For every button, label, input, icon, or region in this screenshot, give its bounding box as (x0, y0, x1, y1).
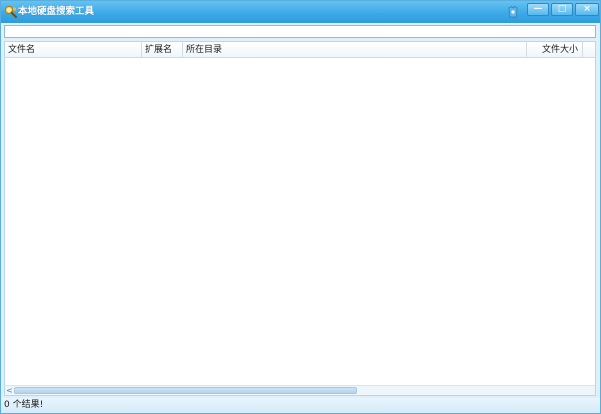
skin-icon[interactable] (506, 5, 520, 19)
scroll-left-icon[interactable]: < (5, 386, 14, 395)
close-button[interactable]: × (575, 3, 599, 16)
status-bar: 0 个结果! (1, 398, 600, 413)
column-header-filesize[interactable]: 文件大小 (527, 42, 583, 58)
list-body[interactable] (5, 59, 595, 385)
result-count: 0 个结果! (4, 400, 44, 410)
horizontal-scrollbar[interactable]: < (5, 385, 595, 395)
list-header: 文件名 扩展名 所在目录 文件大小 (5, 42, 595, 58)
column-header-filler (583, 42, 595, 58)
window-controls: — □ × (525, 3, 599, 17)
column-header-filename[interactable]: 文件名 (5, 42, 142, 58)
minimize-icon: — (533, 4, 543, 14)
maximize-button[interactable]: □ (551, 3, 573, 16)
column-header-directory[interactable]: 所在目录 (183, 42, 527, 58)
minimize-button[interactable]: — (527, 3, 549, 16)
magnifier-people-icon (4, 5, 17, 18)
app-window: 本地硬盘搜索工具 — □ × 文件名 扩展名 所在目录 文件大小 < 0 个结果… (0, 0, 601, 414)
title-bar[interactable]: 本地硬盘搜索工具 — □ × (1, 1, 600, 23)
window-title: 本地硬盘搜索工具 (18, 6, 95, 17)
search-bar (4, 25, 596, 38)
maximize-icon: □ (557, 4, 567, 14)
results-list[interactable]: 文件名 扩展名 所在目录 文件大小 < (4, 41, 596, 396)
close-icon: × (583, 4, 591, 14)
scrollbar-thumb[interactable] (14, 387, 357, 394)
column-header-extension[interactable]: 扩展名 (142, 42, 183, 58)
search-input[interactable] (4, 25, 596, 38)
